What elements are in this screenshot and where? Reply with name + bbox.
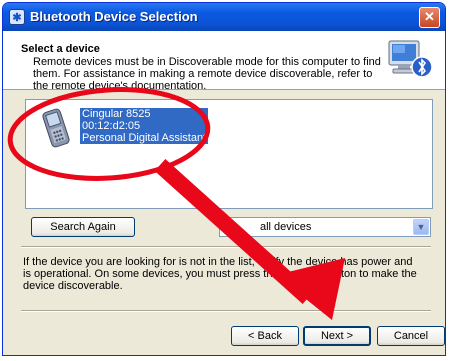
device-filter-dropdown[interactable]: all devices ▼ bbox=[219, 217, 431, 237]
next-button[interactable]: Next > bbox=[303, 326, 371, 346]
title-bar[interactable]: ✱ Bluetooth Device Selection ✕ bbox=[3, 3, 445, 31]
device-address: 00:12:d2:05 bbox=[82, 120, 141, 132]
header-description: Remote devices must be in Discoverable m… bbox=[33, 56, 381, 92]
info-text: If the device you are looking for is not… bbox=[23, 256, 417, 292]
window-title: Bluetooth Device Selection bbox=[30, 9, 198, 24]
divider bbox=[21, 310, 431, 312]
chevron-down-icon[interactable]: ▼ bbox=[413, 219, 429, 235]
device-name: Cingular 8525 bbox=[82, 108, 151, 120]
divider bbox=[21, 246, 431, 248]
device-list[interactable]: Cingular 8525 00:12:d2:05 Personal Digit… bbox=[25, 99, 433, 209]
list-item[interactable]: Cingular 8525 00:12:d2:05 Personal Digit… bbox=[34, 106, 214, 150]
cancel-button[interactable]: Cancel bbox=[377, 326, 445, 346]
bluetooth-dialog: ✱ Bluetooth Device Selection ✕ Select a … bbox=[2, 2, 446, 356]
pda-device-icon bbox=[42, 108, 70, 148]
device-details: Cingular 8525 00:12:d2:05 Personal Digit… bbox=[80, 108, 209, 144]
filter-selected-value: all devices bbox=[260, 221, 312, 233]
close-button[interactable]: ✕ bbox=[419, 7, 440, 28]
wizard-header: Select a device Remote devices must be i… bbox=[3, 31, 445, 92]
back-button[interactable]: < Back bbox=[231, 326, 299, 346]
bluetooth-icon: ✱ bbox=[9, 9, 25, 25]
header-title: Select a device bbox=[21, 43, 100, 55]
bluetooth-computer-icon bbox=[388, 40, 433, 78]
search-again-button[interactable]: Search Again bbox=[31, 217, 135, 237]
device-type: Personal Digital Assistant bbox=[82, 132, 207, 144]
